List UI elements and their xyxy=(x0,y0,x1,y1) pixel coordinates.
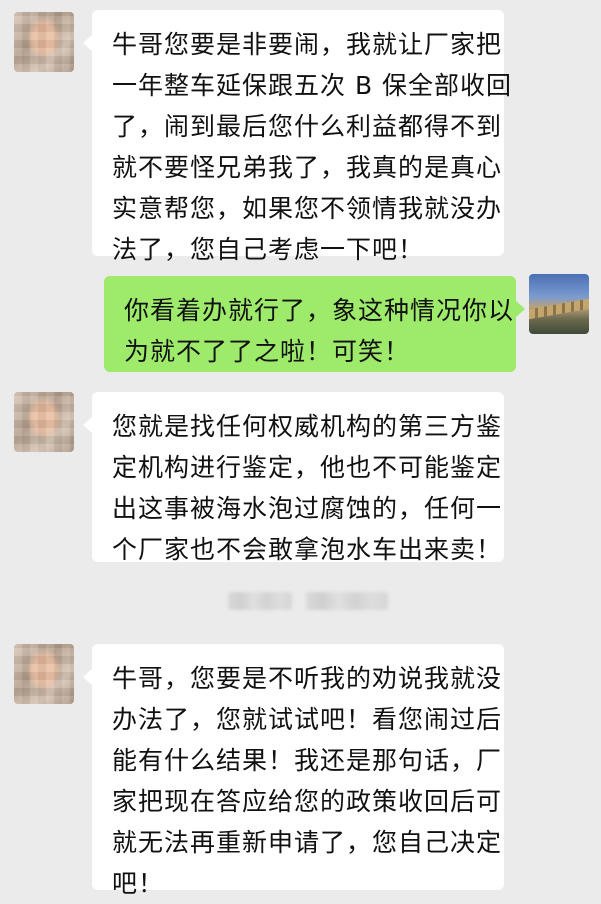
message-line: 实意帮您，如果您不领情我就没办 xyxy=(112,194,503,223)
blurred-timestamp xyxy=(306,592,388,610)
message-line: 定机构进行鉴定，他也不可能鉴定 xyxy=(112,453,503,482)
message-line: 出这事被海水泡过腐蚀的，任何一 xyxy=(112,494,503,523)
message-line: 您就是找任何权威机构的第三方鉴 xyxy=(112,412,503,441)
incoming-message-bubble[interactable]: 您就是找任何权威机构的第三方鉴 定机构进行鉴定，他也不可能鉴定 出这事被海水泡过… xyxy=(83,392,504,564)
message-line: 就不要怪兄弟我了，我真的是真心 xyxy=(112,153,503,182)
message-line: 一年整车延保跟五次 B 保全部收回 xyxy=(112,71,513,100)
message-line: 牛哥，您要是不听我的劝说我就没 xyxy=(112,664,503,693)
contact-avatar[interactable] xyxy=(14,644,74,704)
contact-avatar[interactable] xyxy=(14,12,74,72)
contact-avatar[interactable] xyxy=(14,392,74,452)
incoming-message-bubble[interactable]: 牛哥，您要是不听我的劝说我就没 办法了，您就试试吧！看您闹过后 能有什么结果！我… xyxy=(83,644,504,898)
message-line: 吧！ xyxy=(112,869,165,898)
user-avatar[interactable] xyxy=(529,274,589,334)
message-line: 你看着办就行了，象这种情况你以 xyxy=(124,296,515,325)
message-line: 办法了，您就试试吧！看您闹过后 xyxy=(112,705,503,734)
incoming-message-bubble[interactable]: 牛哥您要是非要闹，我就让厂家把 一年整车延保跟五次 B 保全部收回 了，闹到最后… xyxy=(83,10,513,264)
message-line: 就无法再重新申请了，您自己决定 xyxy=(112,828,503,857)
blurred-timestamp xyxy=(228,592,292,610)
message-line: 家把现在答应给您的政策收回后可 xyxy=(112,787,503,816)
message-line: 牛哥您要是非要闹，我就让厂家把 xyxy=(112,30,503,59)
message-line: 了，闹到最后您什么利益都得不到 xyxy=(112,112,503,141)
message-line: 能有什么结果！我还是那句话，厂 xyxy=(112,746,503,775)
message-line: 法了，您自己考虑一下吧！ xyxy=(112,235,425,264)
outgoing-message-bubble[interactable]: 你看着办就行了，象这种情况你以 为就不了了之啦！可笑！ xyxy=(104,276,525,372)
message-line: 个厂家也不会敢拿泡水车出来卖！ xyxy=(112,535,503,564)
message-line: 为就不了了之啦！可笑！ xyxy=(124,337,411,366)
